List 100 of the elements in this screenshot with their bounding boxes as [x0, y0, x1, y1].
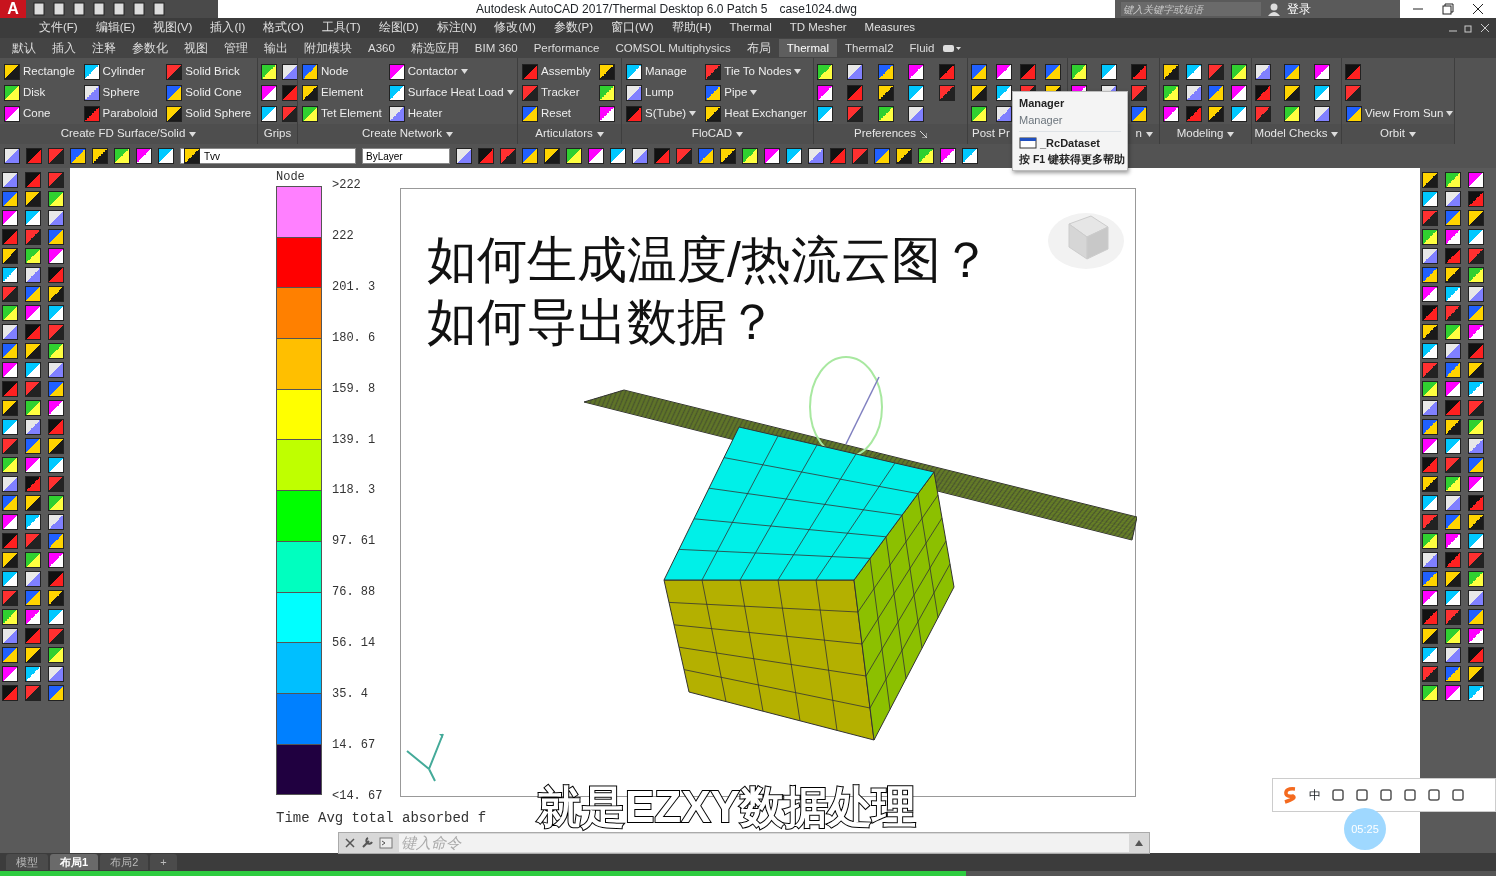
search-field[interactable]: 键入关键字或短语 [1121, 2, 1261, 16]
panel-title[interactable]: Post Pr [972, 125, 1010, 143]
subtitle-text: 就是EZXY数据处理 [537, 784, 916, 830]
linetype-dropdown[interactable]: ByLayer [362, 148, 450, 164]
menu-item[interactable]: Measures [855, 19, 925, 37]
ribbon-button[interactable]: Manage [625, 61, 700, 82]
ribbon-button[interactable]: Tracker [521, 82, 595, 103]
panel-title[interactable]: Grips [263, 125, 292, 143]
panel-title[interactable]: FloCAD [691, 125, 733, 143]
menu-item[interactable]: 插入(I) [201, 19, 255, 37]
ribbon-button[interactable]: Node [301, 61, 383, 82]
legend-label: 222 [332, 227, 355, 245]
tooltip-description: Manager [1019, 112, 1063, 128]
legend-label: 180. 6 [332, 329, 377, 347]
layer-dropdown[interactable]: Tvv [180, 148, 356, 164]
ribbon-tab[interactable]: Thermal2 [836, 39, 902, 57]
menu-item[interactable]: 绘图(D) [369, 19, 428, 37]
ribbon-button[interactable]: Reset [521, 103, 595, 124]
ribbon-button[interactable]: Pipe [704, 82, 810, 103]
ribbon-button[interactable]: S(Tube) [625, 103, 700, 124]
ribbon-tab[interactable]: 输出 [256, 39, 296, 57]
ribbon-button[interactable]: Lump [625, 82, 700, 103]
ribbon-button[interactable]: Tet Element [301, 103, 383, 124]
ribbon-button[interactable]: Solid Sphere [165, 103, 254, 124]
ribbon-button[interactable]: Tie To Nodes [704, 61, 810, 82]
layout-tab[interactable]: 布局1 [50, 854, 99, 870]
ribbon-button[interactable]: Assembly [521, 61, 595, 82]
panel-title[interactable]: Articulators [535, 125, 593, 143]
menu-item[interactable]: 工具(T) [312, 19, 370, 37]
menu-item[interactable]: 格式(O) [254, 19, 313, 37]
menu-item[interactable]: TD Mesher [780, 19, 856, 37]
legend-label: 139. 1 [332, 431, 377, 449]
menu-item[interactable]: 参数(P) [544, 19, 603, 37]
legend-label: >222 [332, 177, 362, 194]
legend-label: 56. 14 [332, 635, 377, 653]
menu-item[interactable]: 窗口(W) [602, 19, 663, 37]
ribbon-tab[interactable]: Performance [525, 39, 608, 57]
menu-item[interactable]: 编辑(E) [86, 19, 145, 37]
ime-mode-button[interactable]: 中 [1309, 786, 1321, 804]
ribbon-button[interactable]: Solid Cone [165, 82, 254, 103]
legend-caption: Time Avg total absorbed f [276, 809, 487, 828]
panel-title[interactable]: Modeling [1176, 125, 1224, 143]
ribbon-tab[interactable]: 默认 [4, 39, 44, 57]
tooltip-help: 按 F1 键获得更多帮助 [1019, 151, 1126, 167]
layout-tab[interactable]: + [150, 854, 177, 870]
ribbon-tab[interactable]: 附加模块 [296, 39, 360, 57]
ribbon-button[interactable]: Element [301, 82, 383, 103]
panel-title[interactable]: Model Checks [1254, 125, 1328, 143]
menu-item[interactable]: 文件(F) [30, 19, 87, 37]
headline-text: 如何导出数据？ [427, 293, 777, 352]
legend-title: Node [276, 169, 305, 186]
ribbon-tab[interactable]: 插入 [44, 39, 84, 57]
ribbon-tab[interactable]: COMSOL Multiphysics [607, 39, 739, 57]
ribbon-button[interactable]: Solid Brick [165, 61, 254, 82]
window-title: Autodesk AutoCAD 2017/Thermal Desktop 6.0 Patch 5 [476, 1, 768, 18]
ribbon-button[interactable]: Cone [3, 103, 78, 124]
panel-title[interactable]: Orbit [1380, 125, 1405, 143]
panel-title[interactable]: Create FD Surface/Solid [60, 125, 186, 143]
legend-label: 76. 88 [332, 584, 377, 602]
legend-label: 201. 3 [332, 278, 377, 296]
panel-title[interactable]: n [1135, 125, 1142, 143]
panel-title[interactable]: Preferences [854, 125, 916, 143]
ribbon-tab[interactable]: A360 [360, 39, 403, 57]
ribbon-tab[interactable]: BIM 360 [466, 39, 526, 57]
legend-label: 97. 61 [332, 533, 377, 551]
layout-tab[interactable]: 布局2 [100, 854, 149, 870]
ribbon-tab[interactable]: 视图 [176, 39, 216, 57]
ribbon-button[interactable]: Disk [3, 82, 78, 103]
legend-label: 159. 8 [332, 380, 377, 398]
menu-item[interactable]: Thermal [720, 19, 781, 37]
tooltip-command: _RcDataset [1040, 136, 1100, 151]
legend-label: 14. 67 [332, 736, 377, 754]
ribbon-button[interactable]: Heater [387, 103, 515, 124]
panel-title[interactable]: Create Network [362, 125, 442, 143]
menu-item[interactable]: 修改(M) [485, 19, 545, 37]
app-logo[interactable]: A [0, 0, 26, 18]
ribbon-tab[interactable]: 精选应用 [402, 39, 467, 57]
legend-label: 118. 3 [332, 482, 377, 500]
ribbon-tab[interactable]: Fluid [901, 39, 943, 57]
ribbon-button[interactable]: Heat Exchanger [704, 103, 810, 124]
ribbon-button[interactable]: Sphere [82, 82, 161, 103]
menu-item[interactable]: 视图(V) [144, 19, 202, 37]
ribbon-button[interactable]: View From Sun [1345, 103, 1454, 124]
sign-in-link[interactable]: 登录 [1287, 0, 1311, 18]
menu-item[interactable]: 帮助(H) [662, 19, 721, 37]
ribbon-button[interactable]: Rectangle [3, 61, 78, 82]
ribbon-button[interactable]: Surface Heat Load [387, 82, 515, 103]
file-name: case1024.dwg [779, 1, 857, 18]
ribbon-tab[interactable]: 注释 [84, 39, 124, 57]
menu-item[interactable]: 标注(N) [427, 19, 486, 37]
ribbon-tab[interactable]: Thermal [778, 39, 837, 57]
ribbon-button[interactable]: Paraboloid [82, 103, 161, 124]
headline-text: 如何生成温度/热流云图？ [427, 231, 991, 290]
layout-tab[interactable]: 模型 [6, 854, 48, 870]
ribbon-tab[interactable]: 布局 [738, 39, 779, 57]
tooltip-title: Manager [1019, 96, 1065, 111]
ribbon-button[interactable]: Cylinder [82, 61, 161, 82]
ribbon-button[interactable]: Contactor [387, 61, 515, 82]
ribbon-tab[interactable]: 管理 [216, 39, 256, 57]
ribbon-tab[interactable]: 参数化 [124, 39, 176, 57]
